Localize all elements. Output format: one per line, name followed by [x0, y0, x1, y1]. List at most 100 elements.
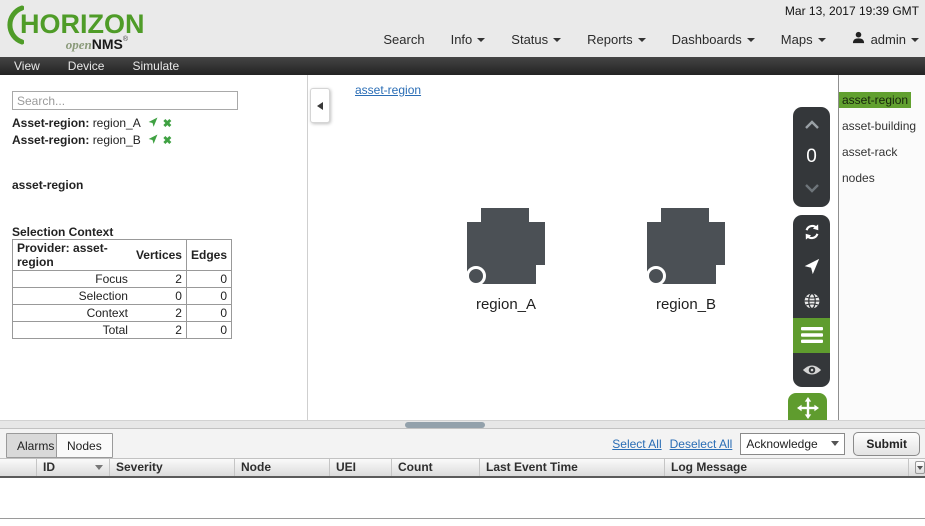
- eye-icon: [802, 363, 822, 377]
- hamburger-menu-icon: [801, 327, 823, 343]
- horizon-logo[interactable]: HORIZON openNMS®: [6, 3, 136, 53]
- table-row: Total 2 0: [13, 322, 232, 339]
- submit-button[interactable]: Submit: [853, 432, 920, 456]
- table-row: Context 2 0: [13, 305, 232, 322]
- pan-toggle-button[interactable]: [793, 284, 830, 318]
- refresh-icon: [803, 223, 821, 241]
- layer-nodes[interactable]: nodes: [839, 170, 878, 186]
- caret-down-icon: [638, 38, 646, 42]
- alarm-controls-bar: Alarms Nodes Select All Deselect All Ack…: [0, 429, 925, 458]
- col-checkbox: [0, 459, 37, 476]
- caret-down-icon: [818, 38, 826, 42]
- caret-down-icon: [911, 38, 919, 42]
- menu-device[interactable]: Device: [54, 59, 119, 73]
- remove-focus-icon[interactable]: ✖: [163, 118, 172, 130]
- acknowledge-select[interactable]: Acknowledge: [740, 433, 845, 455]
- col-node[interactable]: Node: [235, 459, 330, 476]
- alarm-actions: Select All Deselect All Acknowledge Subm…: [612, 429, 920, 458]
- zoom-in-chevron-icon[interactable]: [804, 116, 820, 134]
- table-row: Focus 2 0: [13, 271, 232, 288]
- globe-icon: [803, 292, 821, 310]
- tab-nodes[interactable]: Nodes: [56, 433, 113, 458]
- col-vertices: Vertices: [132, 240, 187, 271]
- vertex-label: region_B: [641, 296, 731, 313]
- deselect-all-link[interactable]: Deselect All: [670, 437, 733, 451]
- nav-admin[interactable]: admin: [852, 31, 919, 47]
- shared-selection-button[interactable]: [788, 393, 827, 423]
- caret-down-icon: [553, 38, 561, 42]
- alarm-dock-panel: Alarms Nodes Select All Deselect All Ack…: [0, 429, 925, 526]
- col-provider: Provider: asset-region: [13, 240, 132, 271]
- col-log-message[interactable]: Log Message: [665, 459, 909, 476]
- collapse-panel-button[interactable]: [310, 88, 330, 123]
- col-last-event-time[interactable]: Last Event Time: [480, 459, 665, 476]
- current-date: Mar 13, 2017 19:39 GMT: [785, 4, 919, 18]
- current-layer-label: asset-region: [12, 178, 83, 192]
- focus-panel: Asset-region: region_A✖ Asset-region: re…: [0, 75, 308, 420]
- zoom-control: 0: [793, 107, 830, 207]
- selection-context-title: Selection Context: [12, 225, 113, 239]
- scrollbar-thumb[interactable]: [405, 422, 485, 428]
- app-header: HORIZON openNMS® Mar 13, 2017 19:39 GMT …: [0, 0, 925, 57]
- nav-dashboards[interactable]: Dashboards: [672, 32, 755, 47]
- layer-menu-button[interactable]: [793, 318, 830, 352]
- topology-menubar: View Device Simulate: [0, 57, 925, 75]
- user-icon: [852, 31, 865, 47]
- highlight-focus-button[interactable]: [793, 353, 830, 387]
- menu-simulate[interactable]: Simulate: [118, 59, 193, 73]
- vertex-label: region_A: [461, 296, 551, 313]
- selection-context-table: Provider: asset-region Vertices Edges Fo…: [12, 239, 232, 339]
- triangle-left-icon: [317, 102, 323, 110]
- location-arrow-icon: [803, 258, 820, 275]
- triangle-down-icon: [917, 466, 923, 470]
- col-severity[interactable]: Severity: [110, 459, 235, 476]
- table-row: Selection 0 0: [13, 288, 232, 305]
- main-nav: Search Info Status Reports Dashboards Ma…: [383, 31, 919, 47]
- alarm-table-header: ID Severity Node UEI Count Last Event Ti…: [0, 458, 925, 478]
- zoom-level-value: 0: [806, 147, 817, 167]
- opennms-topology-window: HORIZON openNMS® Mar 13, 2017 19:39 GMT …: [0, 0, 925, 526]
- vertex-region-a[interactable]: region_A: [461, 205, 551, 313]
- search-input[interactable]: [12, 91, 238, 110]
- column-chooser-button[interactable]: [915, 461, 925, 474]
- column-chooser: [909, 459, 925, 476]
- remove-focus-icon[interactable]: ✖: [163, 135, 172, 147]
- breadcrumb[interactable]: asset-region: [355, 83, 421, 97]
- nav-reports[interactable]: Reports: [587, 32, 646, 47]
- menu-view[interactable]: View: [0, 59, 54, 73]
- sort-desc-icon: [95, 465, 103, 470]
- center-on-selection-button[interactable]: [793, 249, 830, 283]
- nav-maps[interactable]: Maps: [781, 32, 826, 47]
- logo-subtitle: openNMS®: [6, 36, 128, 54]
- col-id[interactable]: ID: [37, 459, 110, 476]
- focus-criterion: Asset-region: region_B✖: [12, 132, 172, 149]
- layer-asset-building[interactable]: asset-building: [839, 118, 919, 134]
- locate-arrow-icon[interactable]: [147, 133, 158, 149]
- locate-arrow-icon[interactable]: [147, 116, 158, 132]
- col-uei[interactable]: UEI: [330, 459, 392, 476]
- nav-search[interactable]: Search: [383, 32, 424, 47]
- focus-criterion: Asset-region: region_A✖: [12, 115, 172, 132]
- move-arrows-icon: [797, 397, 819, 419]
- region-icon: [467, 205, 545, 287]
- vertex-region-b[interactable]: region_B: [641, 205, 731, 313]
- topology-map[interactable]: asset-region region_A region_B: [309, 75, 838, 420]
- select-all-link[interactable]: Select All: [612, 437, 661, 451]
- col-count[interactable]: Count: [392, 459, 480, 476]
- col-edges: Edges: [186, 240, 231, 271]
- focus-criteria-list: Asset-region: region_A✖ Asset-region: re…: [12, 115, 172, 149]
- table-header-row: Provider: asset-region Vertices Edges: [13, 240, 232, 271]
- refresh-button[interactable]: [793, 215, 830, 249]
- caret-down-icon: [477, 38, 485, 42]
- map-toolbar: [793, 215, 830, 387]
- alarm-table-body[interactable]: [0, 478, 925, 519]
- zoom-out-chevron-icon[interactable]: [804, 180, 820, 198]
- layer-selector: asset-region asset-building asset-rack n…: [838, 75, 925, 420]
- layer-asset-region[interactable]: asset-region: [839, 92, 911, 108]
- caret-down-icon: [747, 38, 755, 42]
- layer-asset-rack[interactable]: asset-rack: [839, 144, 900, 160]
- region-icon: [647, 205, 725, 287]
- nav-info[interactable]: Info: [451, 32, 486, 47]
- nav-status[interactable]: Status: [511, 32, 561, 47]
- horizontal-scrollbar[interactable]: [0, 420, 925, 429]
